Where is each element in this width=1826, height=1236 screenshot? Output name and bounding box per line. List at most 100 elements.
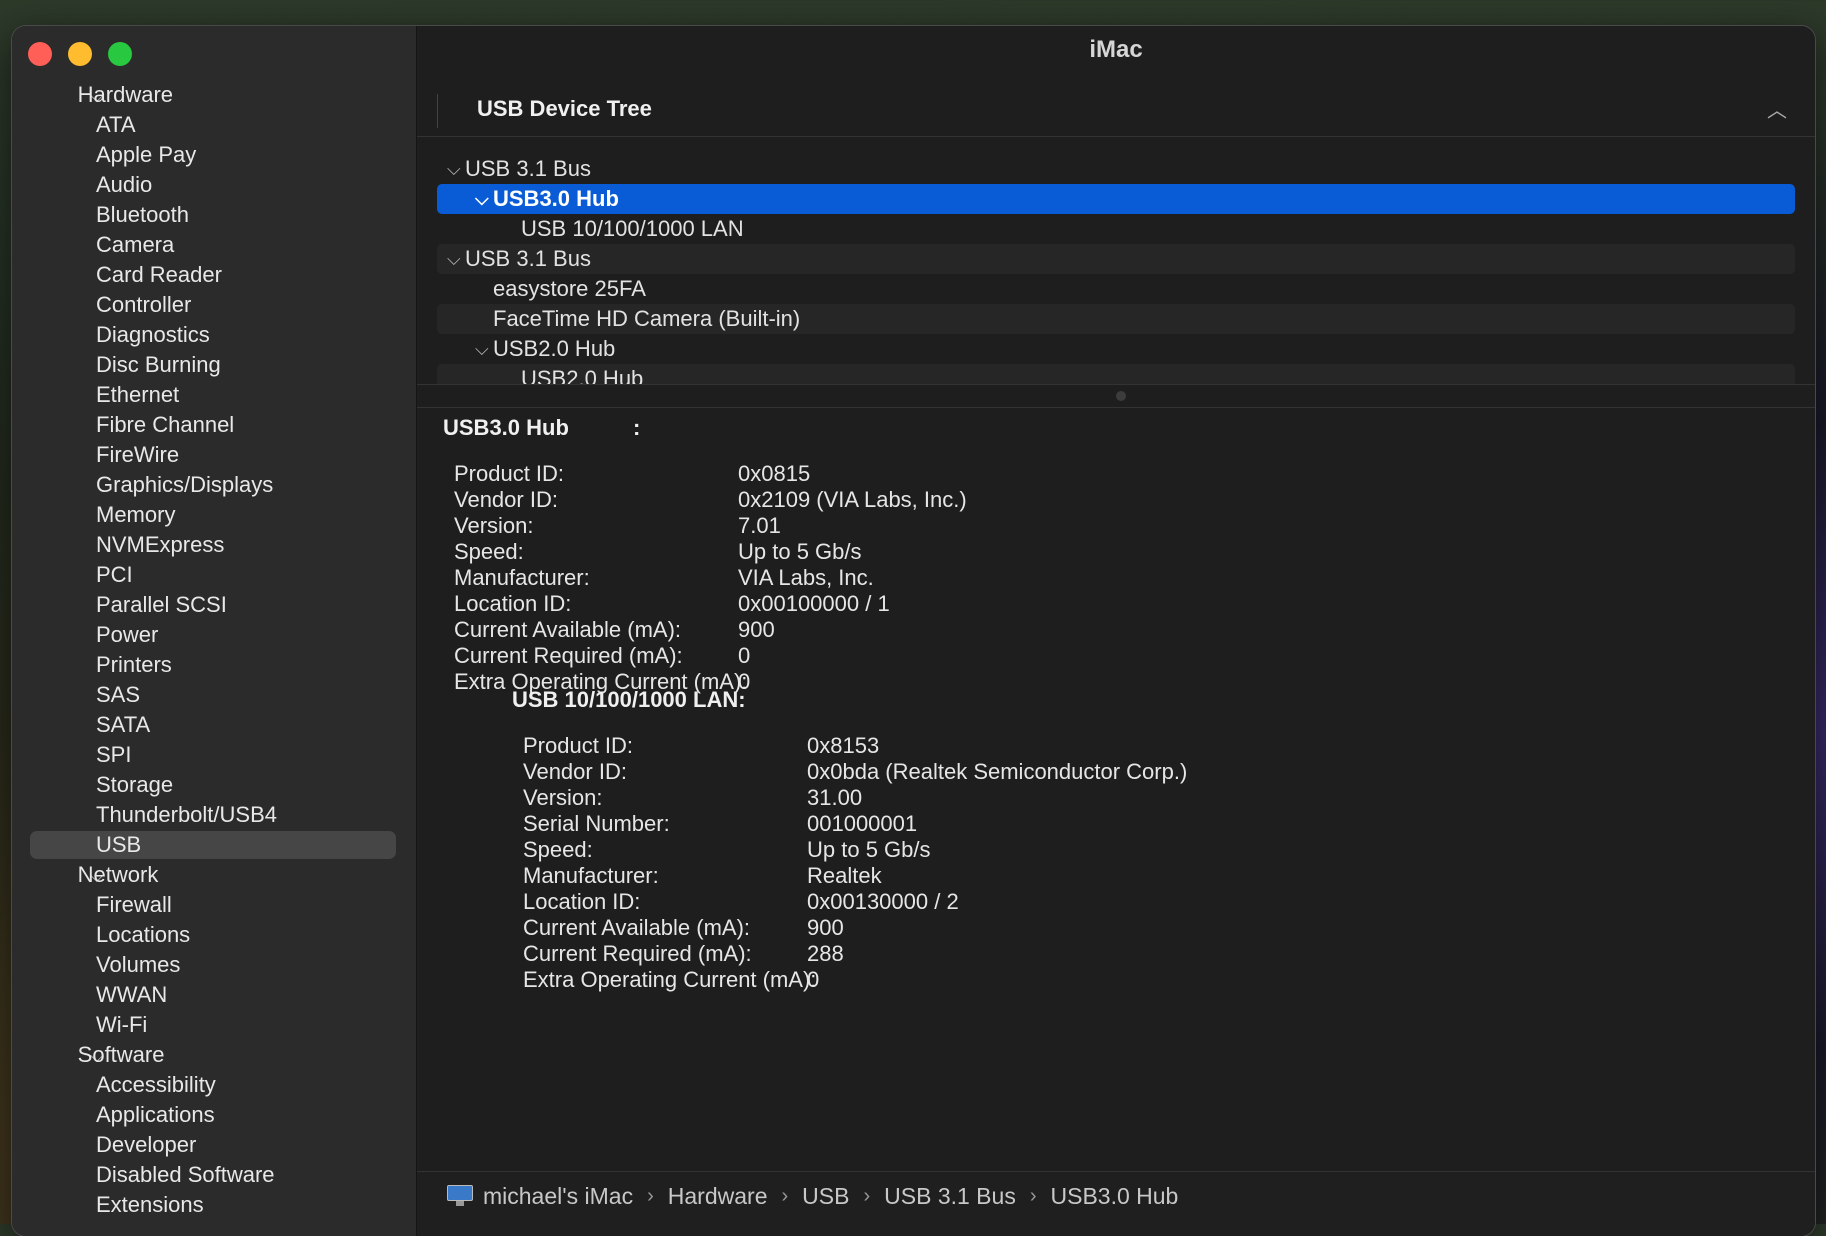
chevron-down-icon[interactable]: ⌵ [447,244,461,274]
field-value: 900 [807,915,844,940]
sidebar-item-applications[interactable]: Applications [12,1100,416,1130]
sidebar-item-usb[interactable]: USB [12,830,416,860]
sidebar-item-apple-pay[interactable]: Apple Pay [12,140,416,170]
child-device-fields: Product ID: 0x8153 Vendor ID: 0x0bda (Realt… [523,733,1423,993]
split-view-divider[interactable] [417,384,1815,408]
field-row: Version: 7.01 [454,513,1354,539]
sidebar-item-label: Fibre Channel [96,412,235,437]
tree-row-label: USB2.0 Hub [521,366,644,384]
sidebar-item-thunderbolt-usb4[interactable]: Thunderbolt/USB4 [12,800,416,830]
sidebar-item-spi[interactable]: SPI [12,740,416,770]
field-value: 900 [738,617,775,642]
path-bar: michael's iMac › Hardware › USB › USB 3.1 Bus ›… [417,1171,1815,1236]
path-crumb[interactable]: michael's iMac [483,1172,633,1220]
tree-row[interactable]: ⌵ USB2.0 Hub [437,334,1795,364]
sidebar-group-label: Hardware [77,82,174,107]
sidebar-item-label: Bluetooth [96,202,189,227]
tree-row[interactable]: FaceTime HD Camera (Built-in) [437,304,1795,334]
sidebar-item-sata[interactable]: SATA [12,710,416,740]
details-title: USB3.0 Hub : [443,415,640,441]
tree-row[interactable]: ⌵ USB3.0 Hub [437,184,1795,214]
sidebar-item-label: Disc Burning [96,352,221,377]
sidebar-group-software[interactable]: ⌵Software [12,1040,416,1070]
tree-row[interactable]: ⌵ USB 3.1 Bus [437,154,1795,184]
tree-row[interactable]: ⌵ USB 3.1 Bus [437,244,1795,274]
sidebar-item-ata[interactable]: ATA [12,110,416,140]
field-label: Current Required (mA): [523,941,752,966]
sidebar-item-storage[interactable]: Storage [12,770,416,800]
sidebar-group-network[interactable]: ⌵Network [12,860,416,890]
path-crumb[interactable]: USB [802,1172,849,1220]
path-crumb[interactable]: USB 3.1 Bus [884,1172,1016,1220]
field-label: Extra Operating Current (mA): [523,967,817,992]
field-label: Manufacturer: [523,863,659,888]
sidebar-item-label: SATA [96,712,151,737]
sidebar-item-diagnostics[interactable]: Diagnostics [12,320,416,350]
close-window-button[interactable] [28,42,52,66]
tree-row[interactable]: easystore 25FA [437,274,1795,304]
sidebar-item-pci[interactable]: PCI [12,560,416,590]
sidebar-item-label: Volumes [96,952,181,977]
sidebar-item-wi-fi[interactable]: Wi-Fi [12,1010,416,1040]
usb-device-tree[interactable]: ⌵ USB 3.1 Bus ⌵ USB3.0 Hub USB 10/100/1000 L… [417,154,1815,384]
tree-header: USB Device Tree ︿ [417,90,1815,137]
divider-handle[interactable] [1116,391,1126,401]
tree-row-label: FaceTime HD Camera (Built-in) [493,306,801,331]
sidebar-item-bluetooth[interactable]: Bluetooth [12,200,416,230]
details-fields: Product ID: 0x0815 Vendor ID: 0x2109 (VIA L… [454,461,1354,695]
sidebar-item-volumes[interactable]: Volumes [12,950,416,980]
sidebar-item-parallel-scsi[interactable]: Parallel SCSI [12,590,416,620]
details-title-colon: : [633,415,641,440]
sidebar-item-printers[interactable]: Printers [12,650,416,680]
sidebar-item-label: ATA [96,112,136,137]
sidebar-item-label: FireWire [96,442,180,467]
sidebar-item-locations[interactable]: Locations [12,920,416,950]
chevron-down-icon[interactable]: ⌵ [475,184,489,214]
sidebar-item-nvmexpress[interactable]: NVMExpress [12,530,416,560]
sidebar-item-disabled-software[interactable]: Disabled Software [12,1160,416,1190]
sidebar-item-memory[interactable]: Memory [12,500,416,530]
sidebar-item-disc-burning[interactable]: Disc Burning [12,350,416,380]
field-row: Serial Number: 001000001 [523,811,1423,837]
minimize-window-button[interactable] [68,42,92,66]
chevron-down-icon[interactable]: ⌵ [447,154,461,184]
field-value: 0x2109 (VIA Labs, Inc.) [738,487,967,512]
chevron-right-icon: › [863,1185,871,1207]
path-crumb[interactable]: Hardware [668,1172,768,1220]
sidebar-item-label: Accessibility [96,1072,216,1097]
field-label: Vendor ID: [454,487,558,512]
zoom-window-button[interactable] [108,42,132,66]
sidebar-item-label: Printers [96,652,172,677]
chevron-down-icon[interactable]: ⌵ [475,334,489,364]
field-row: Version: 31.00 [523,785,1423,811]
sidebar-item-wwan[interactable]: WWAN [12,980,416,1010]
sidebar-item-power[interactable]: Power [12,620,416,650]
sidebar-item-label: Audio [96,172,153,197]
sidebar-item-firewire[interactable]: FireWire [12,440,416,470]
sidebar-item-graphics-displays[interactable]: Graphics/Displays [12,470,416,500]
sidebar-item-accessibility[interactable]: Accessibility [12,1070,416,1100]
sidebar-item-controller[interactable]: Controller [12,290,416,320]
chevron-right-icon: › [647,1185,654,1207]
field-label: Serial Number: [523,811,670,836]
sidebar-item-card-reader[interactable]: Card Reader [12,260,416,290]
path-crumb[interactable]: USB3.0 Hub [1051,1172,1179,1220]
sidebar-item-firewall[interactable]: Firewall [12,890,416,920]
tree-row-label: USB 3.1 Bus [465,156,591,181]
sidebar-item-audio[interactable]: Audio [12,170,416,200]
field-label: Current Available (mA): [523,915,751,940]
sidebar-item-label: Apple Pay [96,142,197,167]
sidebar-group-hardware[interactable]: ⌵Hardware [12,80,416,110]
sidebar-item-sas[interactable]: SAS [12,680,416,710]
window-title: iMac [1089,36,1143,63]
chevron-up-icon[interactable]: ︿ [1767,94,1787,123]
sidebar-item-ethernet[interactable]: Ethernet [12,380,416,410]
field-row: Vendor ID: 0x2109 (VIA Labs, Inc.) [454,487,1354,513]
sidebar-item-developer[interactable]: Developer [12,1130,416,1160]
tree-row[interactable]: USB 10/100/1000 LAN [437,214,1795,244]
tree-row[interactable]: USB2.0 Hub [437,364,1795,384]
tree-header-label: USB Device Tree [477,96,652,121]
sidebar-item-extensions[interactable]: Extensions [12,1190,416,1220]
sidebar-item-camera[interactable]: Camera [12,230,416,260]
sidebar-item-fibre-channel[interactable]: Fibre Channel [12,410,416,440]
